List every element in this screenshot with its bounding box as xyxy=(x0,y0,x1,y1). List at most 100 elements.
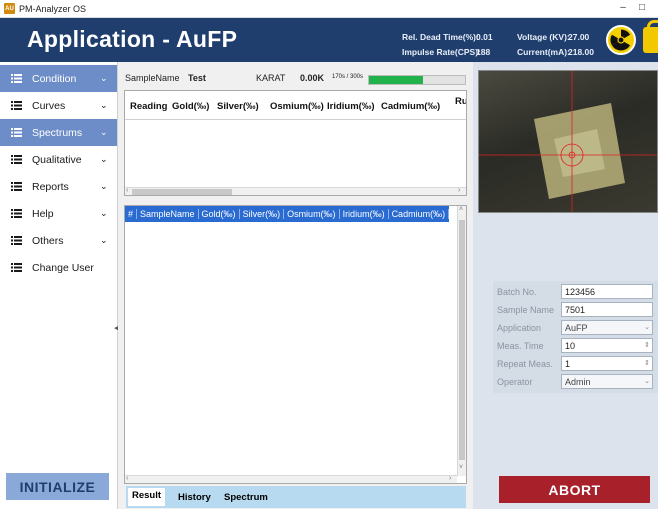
repeat-meas-stepper[interactable]: 1 ⇕ xyxy=(561,356,653,371)
scroll-thumb[interactable] xyxy=(459,220,465,460)
column-header: Cadmium(‰) xyxy=(389,209,450,219)
tab-result[interactable]: Result xyxy=(128,488,166,506)
impulse-rate-value: 188 xyxy=(476,47,491,57)
meas-time-stepper[interactable]: 10 ⇕ xyxy=(561,338,653,353)
scroll-down-icon[interactable]: ˅ xyxy=(459,464,463,471)
header-divider xyxy=(125,119,466,120)
progress-fill xyxy=(369,76,424,84)
sidebar-item-others[interactable]: Others ⌄ xyxy=(0,227,117,254)
sidebar-item-label: Condition xyxy=(32,72,77,85)
voltage-value: 27.00 xyxy=(568,32,590,42)
camera-image xyxy=(479,71,657,212)
form-row-meas-time: Meas. Time 10 ⇕ xyxy=(493,338,658,354)
abort-button[interactable]: ABORT xyxy=(499,476,650,503)
column-header: SampleName xyxy=(137,209,199,219)
column-header: Reading xyxy=(130,101,168,112)
sidebar-item-label: Help xyxy=(32,207,54,220)
field-label: Meas. Time xyxy=(497,341,544,351)
measurement-form: Batch No. 123456 Sample Name 7501 Applic… xyxy=(493,281,658,393)
chevron-down-icon: ⌄ xyxy=(100,100,108,110)
column-header: Iridium(‰) xyxy=(327,101,375,112)
main-content: SampleName Test KARAT 0.00K 170s / 300s … xyxy=(118,62,473,509)
horizontal-scrollbar[interactable]: ‹ › xyxy=(125,475,457,483)
reading-grid: Reading Gold(‰) Silver(‰) Osmium(‰) Irid… xyxy=(124,90,467,196)
chevron-down-icon: ⌄ xyxy=(100,73,108,83)
tab-spectrum[interactable]: Spectrum xyxy=(224,490,268,505)
column-header: Gold(‰) xyxy=(172,101,210,112)
voltage-label: Voltage (KV): xyxy=(517,32,570,42)
sidebar-item-label: Qualitative xyxy=(32,153,82,166)
vertical-scrollbar[interactable]: ˄ ˅ xyxy=(457,206,466,476)
chevron-down-icon: ⌄ xyxy=(100,127,108,137)
list-icon xyxy=(11,128,22,137)
sidebar-item-condition[interactable]: Condition ⌄ xyxy=(0,65,117,92)
form-row-application: Application AuFP ⌄ xyxy=(493,320,658,336)
list-icon xyxy=(11,263,22,272)
field-label: Sample Name xyxy=(497,305,555,315)
spin-arrows-icon[interactable]: ⇕ xyxy=(644,359,650,367)
operator-select[interactable]: Admin ⌄ xyxy=(561,374,653,389)
lock-icon[interactable] xyxy=(643,20,658,53)
sidebar-item-qualitative[interactable]: Qualitative ⌄ xyxy=(0,146,117,173)
impulse-rate-label: Impulse Rate(CPS): xyxy=(402,47,481,57)
column-header: Iridium(‰) xyxy=(340,209,389,219)
form-row-operator: Operator Admin ⌄ xyxy=(493,374,658,390)
results-grid: # SampleName Gold(‰) Silver(‰) Osmium(‰)… xyxy=(124,205,467,484)
operator-select-value: Admin xyxy=(565,377,591,387)
measure-progress-bar xyxy=(368,75,466,85)
column-header: Osmium(‰) xyxy=(284,209,340,219)
rel-dead-time-label: Rel. Dead Time(%): xyxy=(402,32,479,42)
form-row-batch: Batch No. 123456 xyxy=(493,284,658,300)
field-label: Operator xyxy=(497,377,533,387)
batch-number-field[interactable]: 123456 xyxy=(561,284,653,299)
radiation-icon[interactable] xyxy=(606,25,636,55)
sidebar-item-reports[interactable]: Reports ⌄ xyxy=(0,173,117,200)
list-icon xyxy=(11,236,22,245)
maximize-button[interactable]: □ xyxy=(634,2,650,13)
page-title: Application - AuFP xyxy=(27,26,238,52)
column-header: Silver(‰) xyxy=(217,101,259,112)
scroll-left-icon[interactable]: ‹ xyxy=(126,475,128,482)
camera-view xyxy=(478,70,658,213)
scroll-thumb[interactable] xyxy=(132,189,232,195)
bottom-tabs: Result History Spectrum xyxy=(126,486,466,508)
sidebar-item-spectrums[interactable]: Spectrums ⌄ xyxy=(0,119,117,146)
chevron-down-icon: ⌄ xyxy=(644,378,650,385)
karat-label: KARAT xyxy=(256,73,286,83)
minimize-button[interactable]: – xyxy=(615,2,631,13)
spin-arrows-icon[interactable]: ⇕ xyxy=(644,341,650,349)
horizontal-scrollbar[interactable]: ‹ › xyxy=(125,187,466,195)
scroll-up-icon[interactable]: ˄ xyxy=(459,206,463,213)
tab-history[interactable]: History xyxy=(178,490,211,505)
column-header: Silver(‰) xyxy=(240,209,285,219)
right-panel: Batch No. 123456 Sample Name 7501 Applic… xyxy=(473,62,658,509)
sample-name-field[interactable]: 7501 xyxy=(561,302,653,317)
list-icon xyxy=(11,209,22,218)
scroll-right-icon[interactable]: › xyxy=(449,475,451,482)
scroll-right-icon[interactable]: › xyxy=(458,187,460,194)
sidebar-item-help[interactable]: Help ⌄ xyxy=(0,200,117,227)
application-select-value: AuFP xyxy=(565,323,588,333)
sidebar-item-label: Others xyxy=(32,234,64,247)
sidebar: Condition ⌄ Curves ⌄ Spectrums ⌄ Qualita… xyxy=(0,62,119,509)
meas-time-value: 10 xyxy=(565,341,576,351)
column-header: Gold(‰) xyxy=(199,209,240,219)
title-bar: AU PM-Analyzer OS – □ xyxy=(0,0,658,18)
scroll-left-icon[interactable]: ‹ xyxy=(126,187,128,194)
app-window: AU PM-Analyzer OS – □ Application - AuFP… xyxy=(0,0,658,509)
sidebar-item-curves[interactable]: Curves ⌄ xyxy=(0,92,117,119)
sidebar-item-change-user[interactable]: Change User xyxy=(0,254,117,281)
list-icon xyxy=(11,155,22,164)
form-row-repeat: Repeat Meas. 1 ⇕ xyxy=(493,356,658,372)
current-value: 218.00 xyxy=(568,47,594,57)
chevron-down-icon: ⌄ xyxy=(100,154,108,164)
sidebar-item-label: Spectrums xyxy=(32,126,83,139)
sample-strip: SampleName Test KARAT 0.00K 170s / 300s xyxy=(118,68,473,88)
chevron-down-icon: ⌄ xyxy=(100,181,108,191)
sidebar-item-label: Curves xyxy=(32,99,66,112)
application-select[interactable]: AuFP ⌄ xyxy=(561,320,653,335)
initialize-button[interactable]: INITIALIZE xyxy=(6,473,109,500)
field-label: Repeat Meas. xyxy=(497,359,554,369)
sidebar-item-label: Reports xyxy=(32,180,69,193)
results-grid-header: # SampleName Gold(‰) Silver(‰) Osmium(‰)… xyxy=(125,206,450,222)
